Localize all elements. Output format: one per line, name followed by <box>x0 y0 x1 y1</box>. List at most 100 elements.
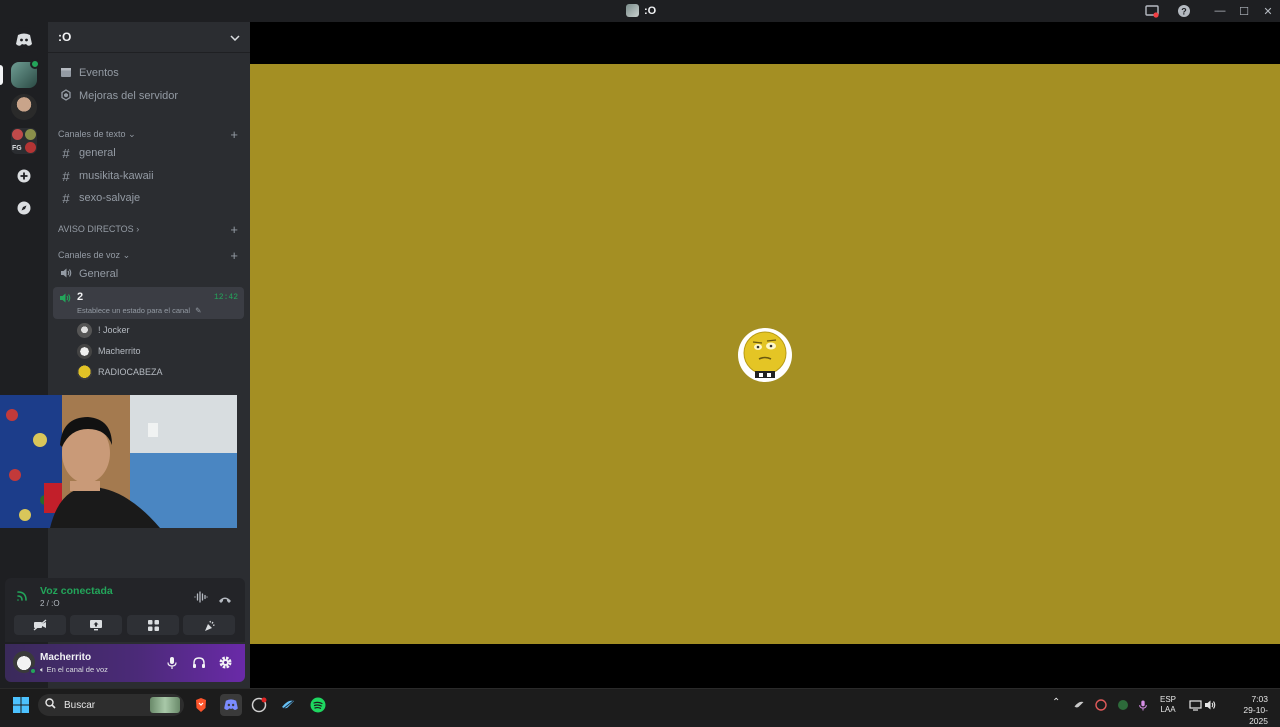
share-screen-button[interactable] <box>70 615 122 635</box>
close-button[interactable]: ✕ <box>1256 0 1280 22</box>
category-announcements[interactable]: AVISO DIRECTOS › + <box>58 222 238 237</box>
voice-user-radiocabeza[interactable]: RADIOCABEZA <box>77 363 163 381</box>
camera-off-icon <box>33 619 47 631</box>
pencil-icon: ✎ <box>195 306 202 315</box>
nav-events[interactable]: Eventos <box>56 63 244 83</box>
category-label: Canales de texto <box>58 128 126 139</box>
server-icon-current[interactable] <box>11 59 40 88</box>
add-server-icon[interactable] <box>11 163 37 189</box>
channel-general[interactable]: # general <box>56 143 244 163</box>
clock[interactable]: 7:03 29-10-2025 <box>1226 694 1268 727</box>
username[interactable]: Macherrito <box>40 652 91 663</box>
channel-sexo-salvaje[interactable]: # sexo-salvaje <box>56 188 244 208</box>
voice-channel-path[interactable]: 2 / :O <box>40 599 60 608</box>
voice-channel-2[interactable]: 2 12:42 Establece un estado para el cana… <box>53 287 244 319</box>
headphones-icon[interactable] <box>192 656 206 674</box>
language-code: ESP <box>1160 695 1177 704</box>
discover-icon[interactable] <box>11 195 37 221</box>
avatar[interactable] <box>13 651 37 675</box>
activities-button[interactable] <box>127 615 179 635</box>
radiocabeza-avatar-image <box>743 331 787 378</box>
avatar <box>77 322 92 338</box>
online-status-icon <box>29 667 37 675</box>
windows-start-icon[interactable] <box>11 695 31 715</box>
inbox-icon[interactable] <box>1144 3 1160 19</box>
channel-musikita-kawaii[interactable]: # musikita-kawaii <box>56 166 244 186</box>
chevron-down-icon: ⌄ <box>122 249 131 260</box>
voice-user-macherrito[interactable]: Macherrito <box>77 342 141 360</box>
channel-timer: 12:42 <box>213 293 238 302</box>
voice-activity-icon <box>30 59 40 69</box>
participant-avatar <box>738 328 792 382</box>
maximize-button[interactable]: ☐ <box>1232 0 1256 22</box>
disconnect-icon[interactable] <box>218 591 232 609</box>
category-text-channels[interactable]: Canales de texto ⌄ + <box>58 127 238 142</box>
chevron-down-icon: ⌄ <box>128 128 136 139</box>
channel-label: musikita-kawaii <box>79 170 154 182</box>
discord-taskbar-icon[interactable] <box>220 694 242 716</box>
steam-icon[interactable] <box>278 695 298 715</box>
vpn-tray-icon[interactable] <box>1091 695 1111 715</box>
category-label: Canales de voz <box>58 249 121 260</box>
add-channel-icon[interactable]: + <box>230 127 238 142</box>
calendar-icon <box>59 66 73 81</box>
brave-browser-icon[interactable] <box>191 695 211 715</box>
language-indicator[interactable]: ESP LAA <box>1160 695 1176 715</box>
hashtag-icon: # <box>62 190 70 206</box>
camera-preview[interactable] <box>0 395 237 528</box>
soundboard-icon <box>204 620 215 631</box>
folder-badge: FG <box>12 145 22 152</box>
hashtag-icon: # <box>62 145 70 161</box>
network-app-tray-icon[interactable] <box>1113 695 1133 715</box>
nav-label: Eventos <box>79 67 119 79</box>
help-icon[interactable]: ? <box>1176 3 1192 19</box>
keyboard-layout: LAA <box>1160 705 1176 714</box>
clock-date: 29-10-2025 <box>1243 705 1268 726</box>
add-channel-icon[interactable]: + <box>230 222 238 237</box>
channel-status-prompt[interactable]: Establece un estado para el canal ✎ <box>77 306 201 315</box>
window-title-text: :O <box>644 4 657 17</box>
microphone-icon[interactable] <box>166 656 178 675</box>
voice-channel-general[interactable]: General <box>56 264 244 284</box>
connection-signal-icon[interactable] <box>16 589 29 607</box>
hashtag-icon: # <box>62 168 70 184</box>
server-header[interactable]: :O <box>48 22 250 53</box>
microphone-in-use-icon[interactable] <box>1133 695 1153 715</box>
volume-icon[interactable] <box>1200 695 1220 715</box>
voice-connection-panel: Voz conectada 2 / :O <box>5 578 245 642</box>
server-icon <box>626 4 639 17</box>
channel-label: 2 <box>77 291 84 303</box>
taskbar: Buscar ⌃ ESP LAA 7:03 29-10-2025 <box>0 688 1280 726</box>
soundboard-button[interactable] <box>183 615 235 635</box>
turn-off-camera-button[interactable] <box>14 615 66 635</box>
discord-home-icon[interactable] <box>11 27 37 53</box>
server-folder[interactable]: FG <box>11 128 37 154</box>
steam-tray-icon[interactable] <box>1069 695 1089 715</box>
avatar <box>77 343 92 359</box>
voice-user-name: RADIOCABEZA <box>98 367 163 377</box>
user-status-text: En el canal de voz <box>46 665 108 674</box>
spotify-icon[interactable] <box>308 695 328 715</box>
voice-status[interactable]: Voz conectada <box>40 585 113 597</box>
channel-label: General <box>79 268 119 280</box>
tray-overflow-icon[interactable]: ⌃ <box>1052 697 1060 708</box>
avatar <box>77 364 92 380</box>
gear-icon[interactable] <box>218 655 233 675</box>
speaker-icon: 🔈︎ <box>40 665 45 674</box>
participant-tile[interactable] <box>250 64 1280 644</box>
channel-label: general <box>79 147 116 159</box>
taskbar-search[interactable]: Buscar <box>38 694 184 716</box>
nav-server-boost[interactable]: Mejoras del servidor <box>56 86 244 106</box>
noise-suppression-icon[interactable] <box>194 590 208 608</box>
channel-status-text: Establece un estado para el canal <box>77 306 190 315</box>
add-channel-icon[interactable]: + <box>230 248 238 263</box>
minimize-button[interactable]: — <box>1208 0 1232 22</box>
chevron-down-icon <box>230 30 240 44</box>
settings-app-icon[interactable] <box>249 695 269 715</box>
nav-label: Mejoras del servidor <box>79 90 179 102</box>
server-icon-2[interactable] <box>11 94 37 120</box>
voice-user-name: Macherrito <box>98 346 141 356</box>
search-icon <box>45 698 56 712</box>
voice-user-jocker[interactable]: ! Jocker <box>77 321 130 339</box>
category-voice-channels[interactable]: Canales de voz ⌄ + <box>58 248 238 263</box>
